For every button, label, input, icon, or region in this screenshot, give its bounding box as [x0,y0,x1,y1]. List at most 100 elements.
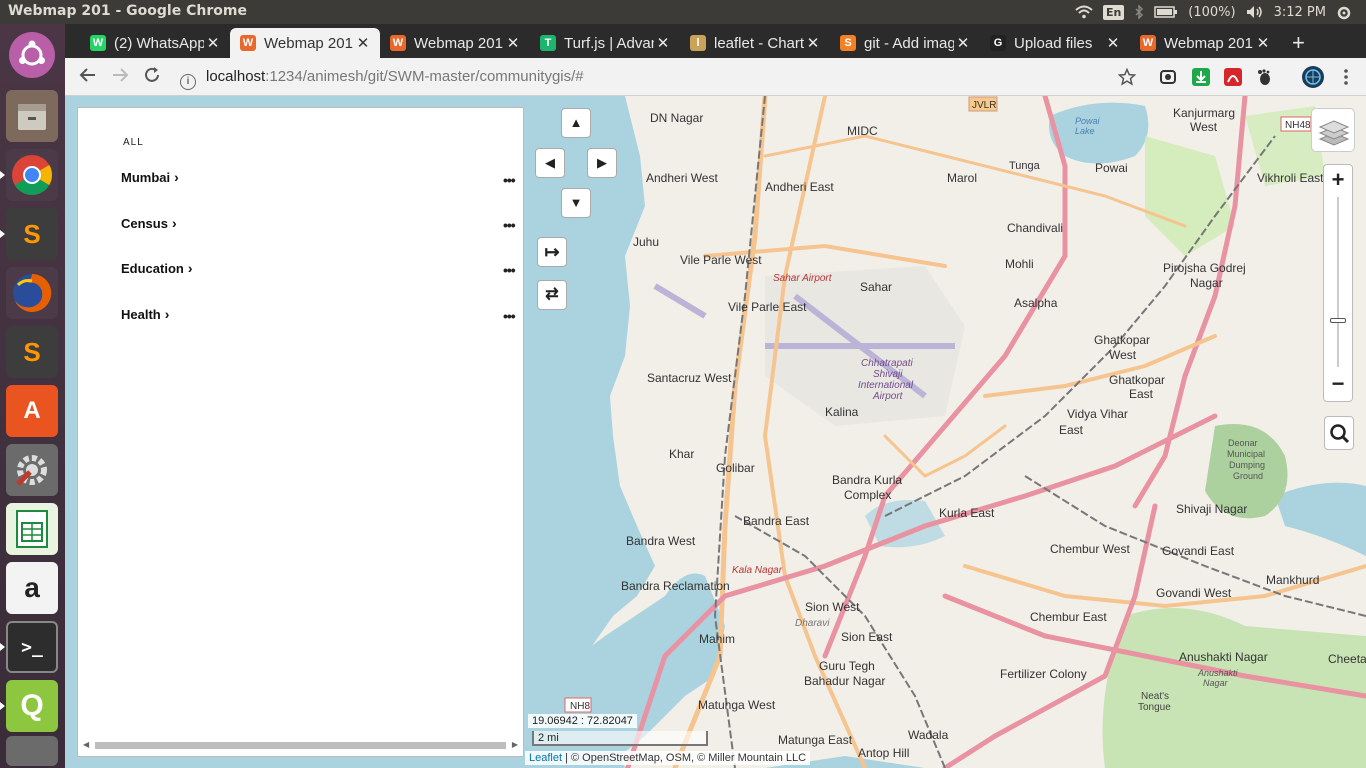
close-tab-icon[interactable]: ✕ [204,34,222,52]
battery-icon[interactable] [1154,5,1178,19]
close-tab-icon[interactable]: ✕ [954,34,972,52]
chrome-icon[interactable] [6,149,58,201]
download-extension-icon[interactable] [1192,68,1210,86]
close-tab-icon[interactable]: ✕ [804,34,822,52]
horizontal-scrollbar[interactable]: ◀ ▶ [83,740,518,750]
site-info-icon[interactable]: i [180,74,196,90]
trash-icon[interactable] [6,736,58,766]
running-indicator [0,230,5,238]
svg-text:Anushakti Nagar: Anushakti Nagar [1179,650,1268,664]
leaflet-link[interactable]: Leaflet [529,752,562,764]
browser-tab[interactable]: l leaflet - Chart ✕ [680,28,830,58]
scrollbar-thumb[interactable] [95,742,506,749]
pan-down-button[interactable]: ▼ [561,188,591,218]
map-search-button[interactable] [1324,416,1354,450]
category-census[interactable]: Census › [121,215,177,231]
bluetooth-icon[interactable] [1134,4,1144,20]
layers-icon [1318,120,1350,146]
libreoffice-calc-icon[interactable] [6,503,58,555]
files-icon[interactable] [6,90,58,142]
power-gear-icon[interactable] [1336,5,1354,20]
browser-tab[interactable]: G Upload files ✕ [980,28,1130,58]
bookmark-star-icon[interactable] [1117,67,1137,86]
scale-bar: 2 mi [532,731,708,746]
svg-text:Bandra Reclamation: Bandra Reclamation [621,579,730,593]
layers-control[interactable] [1311,108,1355,152]
running-indicator [0,702,5,710]
zoom-in-button[interactable]: + [1324,165,1352,195]
close-tab-icon[interactable]: ✕ [1254,34,1272,52]
svg-text:Dharavi: Dharavi [795,618,830,629]
gnome-extension-icon[interactable] [1255,68,1273,86]
address-bar[interactable]: i localhost:1234/animesh/git/SWM-master/c… [170,63,1150,91]
sublime-text-icon-2[interactable]: S [6,326,58,378]
browser-tab[interactable]: W Webmap 201 ✕ [380,28,530,58]
chevron-right-icon: › [174,169,179,185]
svg-text:Matunga East: Matunga East [778,733,853,747]
svg-text:Ground: Ground [1233,471,1263,481]
close-tab-icon[interactable]: ✕ [354,34,372,52]
svg-text:Govandi West: Govandi West [1156,586,1232,600]
all-layers-header[interactable]: ALL [123,137,144,148]
swap-button[interactable]: ⇄ [537,280,567,310]
browser-toolbar: i localhost:1234/animesh/git/SWM-master/c… [65,58,1366,96]
sublime-text-icon[interactable]: S [6,208,58,260]
svg-text:Nagar: Nagar [1203,678,1229,688]
system-settings-icon[interactable] [6,444,58,496]
scroll-right-icon[interactable]: ▶ [512,740,518,749]
zoom-control: + − [1323,164,1353,402]
svg-text:Tongue: Tongue [1138,702,1171,713]
category-health[interactable]: Health › [121,306,169,322]
qgis-icon[interactable]: Q [6,680,58,732]
back-button[interactable] [77,66,99,88]
more-options-icon[interactable]: ••• [503,262,516,278]
amazon-icon[interactable]: a [6,562,58,614]
ubuntu-dash-icon[interactable] [9,32,55,78]
pan-left-button[interactable]: ◀ [535,148,565,178]
zoom-slider-knob[interactable] [1330,318,1346,323]
clock[interactable]: 3:12 PM [1274,5,1326,20]
screencast-extension-icon[interactable] [1159,68,1177,86]
svg-text:Juhu: Juhu [633,235,659,249]
svg-text:Tunga: Tunga [1009,160,1041,172]
svg-text:Antop Hill: Antop Hill [858,746,909,760]
browser-tab[interactable]: T Turf.js | Advanced✕ [530,28,680,58]
more-options-icon[interactable]: ••• [503,308,516,324]
zoom-out-button[interactable]: − [1324,369,1352,399]
forward-button[interactable] [109,66,131,88]
svg-text:Neat's: Neat's [1141,691,1169,702]
category-mumbai[interactable]: Mumbai › [121,169,179,185]
more-options-icon[interactable]: ••• [503,172,516,188]
browser-tab[interactable]: Sgit - Add image✕ [830,28,980,58]
volume-icon[interactable] [1246,5,1264,19]
leaflet-icon: l [690,35,706,51]
profile-avatar[interactable] [1302,66,1324,88]
close-tab-icon[interactable]: ✕ [504,34,522,52]
tab-label: Webmap 201 [414,34,503,52]
keyboard-layout-indicator[interactable]: En [1102,4,1125,20]
sidebar-toggle-button[interactable]: ↦ [537,237,567,267]
terminal-icon[interactable]: >_ [6,621,58,673]
svg-text:Asalpha: Asalpha [1014,296,1058,310]
firefox-icon[interactable] [6,267,58,319]
wifi-icon[interactable] [1075,5,1093,19]
software-center-icon[interactable]: A [6,385,58,437]
zoom-slider-track[interactable] [1337,197,1339,367]
new-tab-button[interactable]: + [1292,30,1305,56]
layer-sidebar: ALL Mumbai › ••• Census › ••• Education › •… [77,107,524,757]
close-tab-icon[interactable]: ✕ [654,34,672,52]
close-tab-icon[interactable]: ✕ [1104,34,1122,52]
chrome-menu-icon[interactable] [1337,68,1355,86]
pan-up-button[interactable]: ▲ [561,108,591,138]
browser-tab[interactable]: W Webmap 201 ✕ [230,28,380,58]
tab-label: Turf.js | Advanced [564,34,654,52]
webmap-icon: W [240,35,256,51]
browser-tab[interactable]: W Webmap 201 ✕ [1130,28,1280,58]
pdf-extension-icon[interactable] [1224,68,1242,86]
browser-tab[interactable]: W (2) WhatsApp ✕ [80,28,230,58]
scroll-left-icon[interactable]: ◀ [83,740,89,749]
pan-right-button[interactable]: ▶ [587,148,617,178]
reload-button[interactable] [141,66,163,88]
more-options-icon[interactable]: ••• [503,217,516,233]
category-education[interactable]: Education › [121,260,193,276]
